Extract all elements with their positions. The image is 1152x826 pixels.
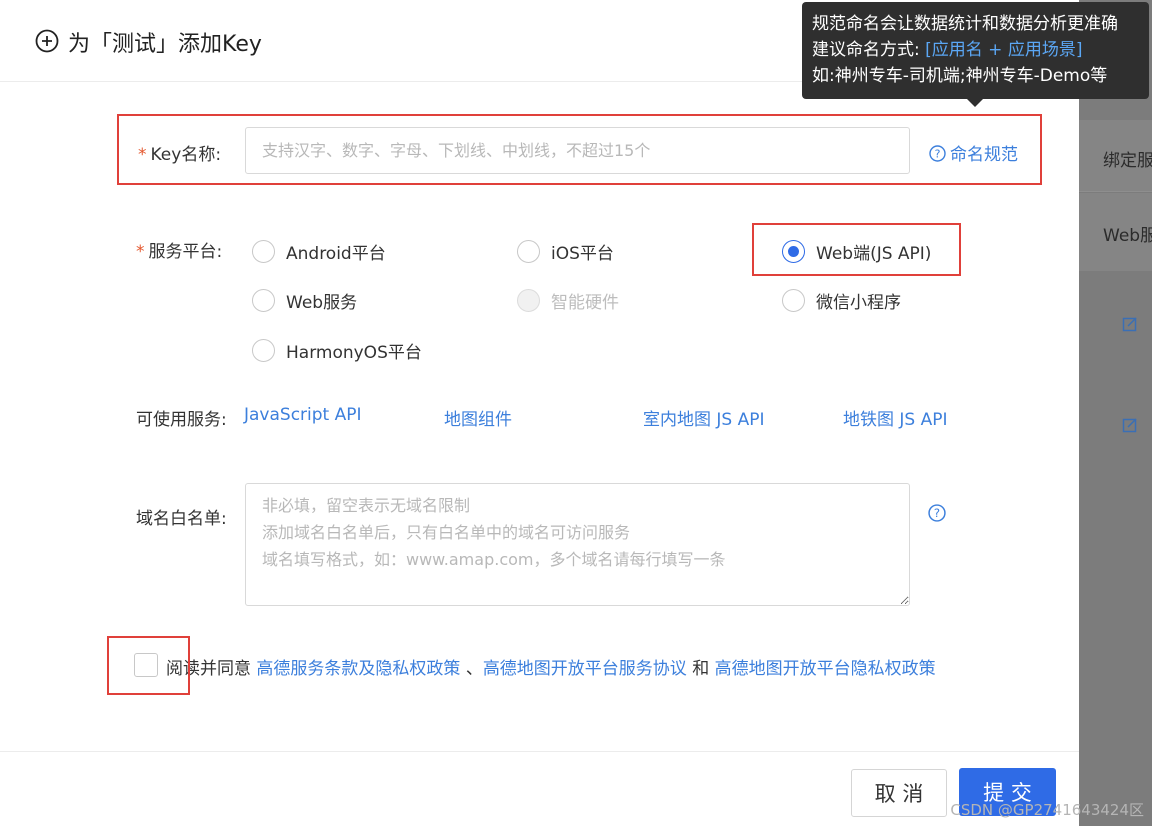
radio-circle-checked[interactable] bbox=[782, 240, 805, 263]
privacy-policy-link[interactable]: 高德地图开放平台隐私权政策 bbox=[715, 659, 936, 679]
agreement-prefix: 阅读并同意 bbox=[166, 659, 251, 679]
add-circle-icon bbox=[35, 29, 59, 53]
modal-title: 为「测试」添加Key bbox=[68, 32, 262, 57]
radio-label: HarmonyOS平台 bbox=[286, 343, 422, 363]
radio-harmonyos[interactable]: HarmonyOS平台 bbox=[252, 338, 422, 363]
radio-label: iOS平台 bbox=[551, 244, 614, 264]
tooltip-arrow bbox=[967, 99, 983, 107]
edit-icon[interactable] bbox=[1122, 316, 1138, 332]
radio-label: 智能硬件 bbox=[551, 293, 619, 313]
service-link-javascript-api[interactable]: JavaScript API bbox=[244, 405, 362, 425]
domain-whitelist-label: 域名白名单: bbox=[136, 509, 227, 529]
radio-circle[interactable] bbox=[252, 339, 275, 362]
radio-web-js-api[interactable]: Web端(JS API) bbox=[782, 239, 931, 264]
radio-label: 微信小程序 bbox=[816, 293, 901, 313]
svg-text:?: ? bbox=[935, 148, 941, 161]
key-name-label: * Key名称: bbox=[138, 140, 221, 165]
watermark: CSDN @GP2741643424区 bbox=[950, 801, 1144, 819]
add-key-modal: 为「测试」添加Key *Key名称: ?命名规范 *服务平台: Android平… bbox=[0, 0, 1079, 826]
radio-ios[interactable]: iOS平台 bbox=[517, 239, 614, 264]
svg-text:?: ? bbox=[934, 506, 940, 520]
naming-tooltip: 规范命名会让数据统计和数据分析更准确 建议命名方式: [应用名 + 应用场景] … bbox=[802, 2, 1149, 99]
required-mark: * bbox=[136, 242, 145, 262]
edit-icon[interactable] bbox=[1122, 417, 1138, 433]
terms-privacy-link[interactable]: 高德服务条款及隐私权政策 bbox=[256, 659, 460, 679]
services-label: 可使用服务: bbox=[136, 410, 227, 430]
tooltip-line-2-prefix: 建议命名方式: bbox=[812, 40, 926, 60]
agreement-separator: 、 bbox=[465, 659, 483, 679]
help-icon: ? bbox=[929, 145, 946, 162]
tooltip-highlight: [应用名 + 应用场景] bbox=[925, 40, 1083, 60]
radio-label: Web服务 bbox=[286, 293, 358, 313]
tooltip-line-3: 如:神州专车-司机端;神州专车-Demo等 bbox=[812, 66, 1108, 86]
naming-rules-link[interactable]: ? 命名规范 bbox=[929, 140, 1018, 165]
service-link-indoor-map[interactable]: 室内地图 JS API bbox=[643, 405, 765, 430]
service-agreement-link[interactable]: 高德地图开放平台服务协议 bbox=[483, 659, 687, 679]
tooltip-line-2: 建议命名方式: [应用名 + 应用场景] bbox=[812, 37, 1139, 63]
radio-android[interactable]: Android平台 bbox=[252, 239, 386, 264]
bg-row-bind: 绑定服 bbox=[1079, 120, 1152, 192]
footer-divider bbox=[0, 751, 1079, 752]
agreement-text: 阅读并同意 高德服务条款及隐私权政策 、高德地图开放平台服务协议 和 高德地图开… bbox=[166, 654, 936, 679]
service-link-map-component[interactable]: 地图组件 bbox=[444, 405, 512, 430]
platform-label-text: 服务平台: bbox=[148, 242, 223, 262]
radio-label: Web端(JS API) bbox=[816, 244, 932, 264]
key-name-input[interactable] bbox=[245, 127, 910, 174]
bg-row-web: Web服 bbox=[1079, 193, 1152, 271]
background-page: 绑定服 Web服 bbox=[1079, 0, 1152, 826]
domain-whitelist-textarea[interactable] bbox=[245, 483, 910, 606]
agreement-checkbox[interactable] bbox=[134, 653, 158, 677]
domain-help-icon[interactable]: ? bbox=[928, 504, 946, 526]
required-mark: * bbox=[138, 145, 147, 165]
cancel-button[interactable]: 取 消 bbox=[851, 769, 947, 817]
radio-circle[interactable] bbox=[782, 289, 805, 312]
radio-circle[interactable] bbox=[252, 289, 275, 312]
service-link-subway-map[interactable]: 地铁图 JS API bbox=[843, 405, 948, 430]
radio-label: Android平台 bbox=[286, 244, 386, 264]
radio-web-service[interactable]: Web服务 bbox=[252, 288, 357, 313]
key-name-label-text: Key名称: bbox=[150, 145, 222, 165]
radio-smart-hardware: 智能硬件 bbox=[517, 288, 619, 313]
radio-wechat-miniprogram[interactable]: 微信小程序 bbox=[782, 288, 901, 313]
tooltip-line-1: 规范命名会让数据统计和数据分析更准确 bbox=[812, 14, 1118, 34]
platform-label: * 服务平台: bbox=[136, 237, 222, 262]
radio-circle[interactable] bbox=[517, 240, 540, 263]
radio-circle-disabled bbox=[517, 289, 540, 312]
radio-circle[interactable] bbox=[252, 240, 275, 263]
naming-rules-text: 命名规范 bbox=[950, 145, 1018, 165]
agreement-separator: 和 bbox=[692, 659, 710, 679]
